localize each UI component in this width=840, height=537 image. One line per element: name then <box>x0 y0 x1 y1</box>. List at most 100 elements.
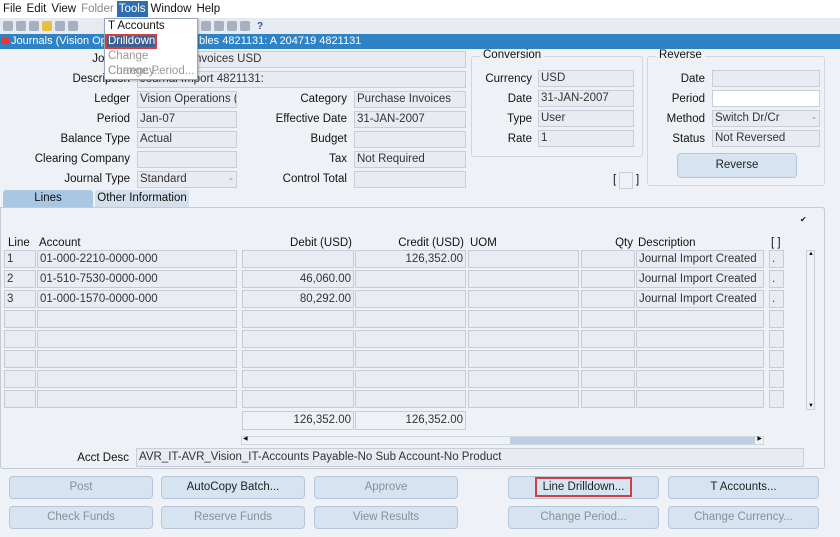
cell-flag[interactable] <box>769 310 784 328</box>
cell-credit[interactable]: 126,352.00 <box>355 250 466 268</box>
cell-description[interactable]: Journal Import Created <box>636 290 764 308</box>
menu-item-t-accounts[interactable]: T Accounts <box>105 19 197 34</box>
cell-credit[interactable] <box>355 390 466 408</box>
cell-flag[interactable] <box>769 390 784 408</box>
reverse-date-field[interactable] <box>712 70 820 87</box>
cell-account[interactable]: 01-510-7530-0000-000 <box>37 270 237 288</box>
flex-field-box[interactable] <box>619 172 633 189</box>
check-funds-button[interactable]: Check Funds <box>9 506 153 529</box>
cell-description[interactable] <box>636 330 764 348</box>
cell-account[interactable] <box>37 310 237 328</box>
cell-credit[interactable] <box>355 330 466 348</box>
cell-debit[interactable] <box>242 370 354 388</box>
print-icon[interactable] <box>55 21 65 31</box>
scroll-right-icon[interactable]: ▶ <box>757 435 762 442</box>
clearing-company-field[interactable] <box>137 151 237 168</box>
reserve-funds-button[interactable]: Reserve Funds <box>161 506 305 529</box>
navigator-icon[interactable] <box>29 21 39 31</box>
menu-tools[interactable]: Tools <box>116 1 148 17</box>
attachment-icon[interactable] <box>227 21 237 31</box>
new-icon[interactable] <box>3 21 13 31</box>
cell-debit[interactable] <box>242 250 354 268</box>
cell-credit[interactable] <box>355 310 466 328</box>
cell-qty[interactable] <box>581 290 635 308</box>
cell-uom[interactable] <box>468 310 579 328</box>
cell-debit[interactable] <box>242 330 354 348</box>
cell-account[interactable]: 01-000-1570-0000-000 <box>37 290 237 308</box>
journal-type-select[interactable]: Standard - <box>137 171 237 188</box>
cell-line[interactable] <box>4 310 36 328</box>
cell-account[interactable] <box>37 370 237 388</box>
cell-credit[interactable] <box>355 290 466 308</box>
scroll-left-icon[interactable]: ◀ <box>243 435 248 442</box>
cell-flag[interactable]: . <box>769 270 784 288</box>
cell-qty[interactable] <box>581 330 635 348</box>
menu-help[interactable]: Help <box>194 1 222 17</box>
cell-qty[interactable] <box>581 270 635 288</box>
select-checkbox[interactable]: ✔ <box>800 216 808 224</box>
reverse-period-field[interactable] <box>712 90 820 107</box>
approve-button[interactable]: Approve <box>314 476 458 499</box>
cell-line[interactable] <box>4 370 36 388</box>
post-button[interactable]: Post <box>9 476 153 499</box>
cell-line[interactable]: 2 <box>4 270 36 288</box>
view-results-button[interactable]: View Results <box>314 506 458 529</box>
budget-field[interactable] <box>354 131 466 148</box>
conversion-type-field[interactable]: User <box>538 110 634 127</box>
line-drilldown-button[interactable]: Line Drilldown... <box>508 476 659 499</box>
cell-qty[interactable] <box>581 250 635 268</box>
menu-folder[interactable]: Folder <box>79 1 116 17</box>
cell-description[interactable] <box>636 390 764 408</box>
acct-desc-field[interactable]: AVR_IT-AVR_Vision_IT-Accounts Payable-No… <box>136 448 804 467</box>
cell-credit[interactable] <box>355 370 466 388</box>
conversion-date-field[interactable]: 31-JAN-2007 <box>538 90 634 107</box>
reverse-button[interactable]: Reverse <box>677 153 797 178</box>
cell-qty[interactable] <box>581 350 635 368</box>
cell-account[interactable] <box>37 350 237 368</box>
cell-debit[interactable]: 80,292.00 <box>242 290 354 308</box>
ledger-field[interactable]: Vision Operations (U <box>137 91 237 108</box>
close-form-icon[interactable] <box>68 21 78 31</box>
cell-line[interactable] <box>4 350 36 368</box>
cell-description[interactable]: Journal Import Created <box>636 250 764 268</box>
cell-debit[interactable]: 46,060.00 <box>242 270 354 288</box>
translate-icon[interactable] <box>240 21 250 31</box>
cell-qty[interactable] <box>581 310 635 328</box>
effective-date-field[interactable]: 31-JAN-2007 <box>354 111 466 128</box>
control-total-field[interactable] <box>354 171 466 188</box>
cell-flag[interactable]: . <box>769 250 784 268</box>
cell-debit[interactable] <box>242 350 354 368</box>
cell-uom[interactable] <box>468 290 579 308</box>
currency-field[interactable]: USD <box>538 70 634 87</box>
scrollbar-thumb[interactable] <box>510 437 755 444</box>
vertical-scrollbar[interactable]: ▲ ▼ <box>806 250 815 410</box>
cell-uom[interactable] <box>468 370 579 388</box>
cell-uom[interactable] <box>468 270 579 288</box>
category-field[interactable]: Purchase Invoices <box>354 91 466 108</box>
cell-uom[interactable] <box>468 390 579 408</box>
cell-line[interactable] <box>4 330 36 348</box>
cell-flag[interactable] <box>769 330 784 348</box>
rate-field[interactable]: 1 <box>538 130 634 147</box>
menu-item-change-period[interactable]: Change Period... <box>105 64 197 79</box>
scroll-down-icon[interactable]: ▼ <box>808 403 814 409</box>
method-select[interactable]: Switch Dr/Cr - <box>712 110 820 127</box>
status-field[interactable]: Not Reversed <box>712 130 820 147</box>
cell-account[interactable]: 01-000-2210-0000-000 <box>37 250 237 268</box>
cell-line[interactable]: 1 <box>4 250 36 268</box>
flex-field-bracket[interactable]: [] <box>613 172 641 189</box>
cell-credit[interactable] <box>355 270 466 288</box>
cell-line[interactable] <box>4 390 36 408</box>
edit-icon[interactable] <box>201 21 211 31</box>
cell-qty[interactable] <box>581 370 635 388</box>
cell-account[interactable] <box>37 390 237 408</box>
cell-uom[interactable] <box>468 350 579 368</box>
tab-other-information[interactable]: Other Information <box>95 190 189 207</box>
cell-description[interactable] <box>636 350 764 368</box>
cell-description[interactable] <box>636 310 764 328</box>
scroll-up-icon[interactable]: ▲ <box>808 251 814 257</box>
help-icon[interactable]: ? <box>257 21 263 32</box>
cell-account[interactable] <box>37 330 237 348</box>
change-period-button[interactable]: Change Period... <box>508 506 659 529</box>
cell-credit[interactable] <box>355 350 466 368</box>
